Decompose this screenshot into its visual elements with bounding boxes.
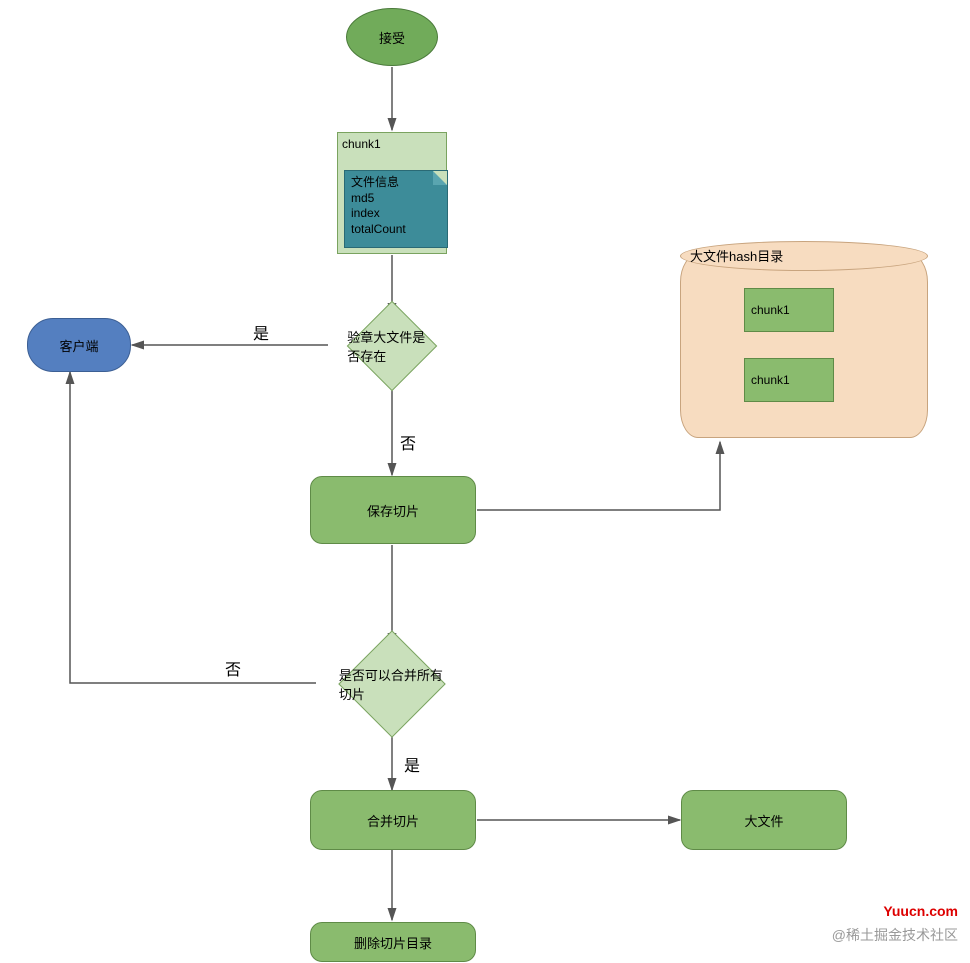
label-yes1: 是 [253, 320, 269, 344]
start-node: 接受 [346, 8, 438, 66]
decision-file-exists: 验章大文件是否存在 [360, 314, 424, 378]
merge-chunk-label: 合并切片 [367, 811, 419, 830]
merge-chunk-node: 合并切片 [310, 790, 476, 850]
label-no1: 否 [400, 430, 416, 454]
watermark-community: @稀土掘金技术社区 [832, 925, 958, 945]
note-line1: 文件信息 [351, 175, 441, 191]
client-node: 客户端 [27, 318, 131, 372]
decision-can-merge: 是否可以合并所有切片 [354, 646, 430, 722]
big-file-label: 大文件 [744, 811, 783, 830]
chunk-box-title: chunk1 [342, 137, 381, 151]
label-yes2: 是 [404, 752, 420, 776]
delete-dir-node: 删除切片目录 [310, 922, 476, 962]
cylinder-item-1: chunk1 [744, 288, 834, 332]
delete-dir-label: 删除切片目录 [354, 933, 432, 952]
label-no2: 否 [225, 656, 241, 680]
save-chunk-label: 保存切片 [367, 501, 419, 520]
cylinder-item-2: chunk1 [744, 358, 834, 402]
chunk-note: 文件信息 md5 index totalCount [344, 170, 448, 248]
cylinder-label: 大文件hash目录 [690, 246, 783, 265]
save-chunk-node: 保存切片 [310, 476, 476, 544]
decision1-label: 验章大文件是否存在 [347, 314, 437, 378]
note-line3: index [351, 206, 441, 222]
note-line4: totalCount [351, 222, 441, 238]
start-label: 接受 [379, 28, 405, 47]
decision2-label: 是否可以合并所有切片 [339, 646, 445, 722]
big-file-node: 大文件 [681, 790, 847, 850]
hash-directory-cylinder [680, 254, 928, 438]
watermark-site: Yuucn.com [883, 903, 958, 919]
note-line2: md5 [351, 191, 441, 207]
client-label: 客户端 [59, 336, 98, 355]
